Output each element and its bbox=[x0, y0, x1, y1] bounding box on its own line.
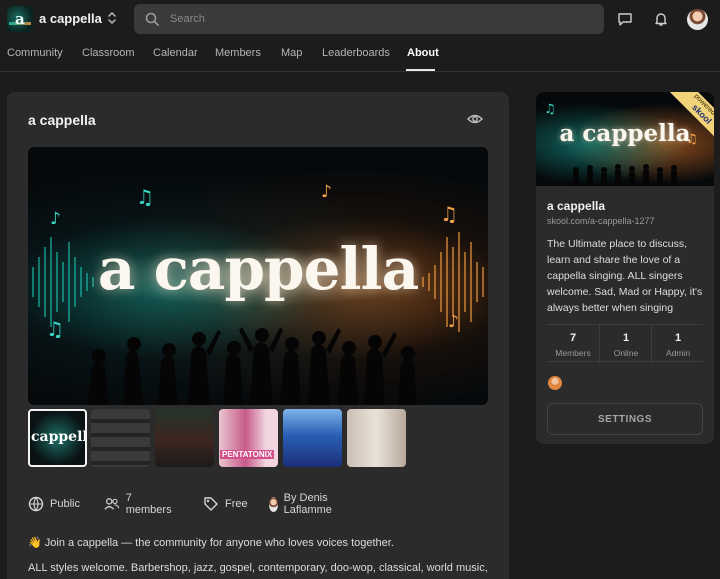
community-banner: ♫ ♫ a cappella powered by skool bbox=[536, 92, 714, 186]
owner-label: By Denis Laflamme bbox=[283, 492, 332, 516]
thumbnail-caption: PENTATONIX bbox=[220, 450, 275, 459]
bell-icon[interactable] bbox=[653, 11, 669, 27]
tab-classroom[interactable]: Classroom bbox=[82, 47, 135, 59]
stat-value: 1 bbox=[622, 332, 630, 344]
top-bar: a a cappella bbox=[0, 0, 720, 38]
community-logo[interactable]: a bbox=[7, 6, 33, 32]
media-thumbnails: cappell PENTATONIX bbox=[28, 409, 428, 469]
search-input[interactable] bbox=[170, 4, 590, 34]
tab-community[interactable]: Community bbox=[7, 47, 63, 59]
thumbnail-1[interactable]: cappell bbox=[28, 409, 87, 467]
stat-members[interactable]: 7 Members bbox=[547, 325, 599, 363]
music-note-icon: ♫ bbox=[440, 202, 458, 226]
about-card: a cappella ♫ ♪ ♫ ♪ ♫ ♪ a cappella cappel… bbox=[7, 92, 509, 579]
tab-calendar[interactable]: Calendar bbox=[153, 47, 198, 59]
page-title: a cappella bbox=[28, 112, 96, 128]
chat-icon[interactable] bbox=[617, 11, 633, 27]
music-note-icon: ♫ bbox=[136, 185, 154, 209]
thumbnail-2[interactable] bbox=[91, 409, 150, 467]
price-meta: Free bbox=[203, 495, 248, 513]
member-avatar[interactable] bbox=[548, 376, 562, 390]
members-meta[interactable]: 7 members bbox=[104, 492, 174, 516]
stat-label: Admin bbox=[665, 348, 691, 358]
search-icon bbox=[145, 12, 159, 26]
hero-title: a cappella bbox=[97, 235, 419, 303]
thumbnail-3[interactable] bbox=[155, 409, 214, 467]
thumbnail-caption: cappell bbox=[31, 429, 87, 445]
community-name: a cappella bbox=[547, 199, 606, 213]
owner-meta[interactable]: By Denis Laflamme bbox=[269, 492, 338, 516]
stat-value: 1 bbox=[674, 332, 682, 344]
search-bar[interactable] bbox=[134, 4, 604, 34]
stat-value: 7 bbox=[569, 332, 577, 344]
privacy-label: Public bbox=[50, 498, 80, 510]
thumbnail-5[interactable] bbox=[283, 409, 342, 467]
switcher-icon[interactable] bbox=[104, 9, 120, 29]
globe-icon bbox=[28, 496, 44, 512]
description-line: 👋 Join a cappella — the community for an… bbox=[28, 537, 394, 549]
logo-letter: a bbox=[15, 10, 25, 28]
settings-button[interactable]: SETTINGS bbox=[547, 403, 703, 435]
stat-admin[interactable]: 1 Admin bbox=[651, 325, 703, 363]
tab-members[interactable]: Members bbox=[215, 47, 261, 59]
active-tab-indicator bbox=[406, 69, 435, 71]
community-info-card: ♫ ♫ a cappella powered by skool a cappel… bbox=[536, 92, 714, 444]
community-url[interactable]: skool.com/a-cappella-1277 bbox=[547, 216, 655, 226]
nav-tabs: Community Classroom Calendar Members Map… bbox=[0, 38, 720, 72]
hero-image: ♫ ♪ ♫ ♪ ♫ ♪ a cappella bbox=[28, 147, 488, 405]
community-stats: 7 Members 1 Online 1 Admin bbox=[547, 324, 703, 363]
description-line: ALL styles welcome. Barbershop, jazz, go… bbox=[28, 562, 488, 574]
owner-avatar bbox=[269, 496, 278, 512]
community-name[interactable]: a cappella bbox=[39, 11, 102, 26]
thumbnail-4[interactable]: PENTATONIX bbox=[219, 409, 278, 467]
members-count: 7 members bbox=[125, 492, 172, 516]
tab-about[interactable]: About bbox=[407, 47, 439, 59]
user-avatar[interactable] bbox=[687, 9, 708, 30]
people-icon bbox=[104, 498, 120, 510]
stat-online[interactable]: 1 Online bbox=[599, 325, 651, 363]
tab-map[interactable]: Map bbox=[281, 47, 302, 59]
privacy-meta: Public bbox=[28, 495, 80, 513]
crowd-silhouette bbox=[573, 164, 677, 186]
music-note-icon: ♪ bbox=[321, 182, 332, 202]
stat-label: Members bbox=[555, 348, 591, 358]
music-note-icon: ♪ bbox=[50, 209, 61, 229]
tab-leaderboards[interactable]: Leaderboards bbox=[322, 47, 390, 59]
thumbnail-6[interactable] bbox=[347, 409, 406, 467]
stat-label: Online bbox=[613, 348, 639, 358]
crowd-silhouette bbox=[88, 327, 417, 405]
music-note-icon: ♫ bbox=[544, 102, 556, 117]
tag-icon bbox=[204, 497, 218, 511]
eye-icon[interactable] bbox=[467, 111, 483, 127]
price-label: Free bbox=[225, 498, 248, 510]
banner-title: a cappella bbox=[559, 120, 691, 147]
community-description: The Ultimate place to discuss, learn and… bbox=[547, 238, 703, 314]
